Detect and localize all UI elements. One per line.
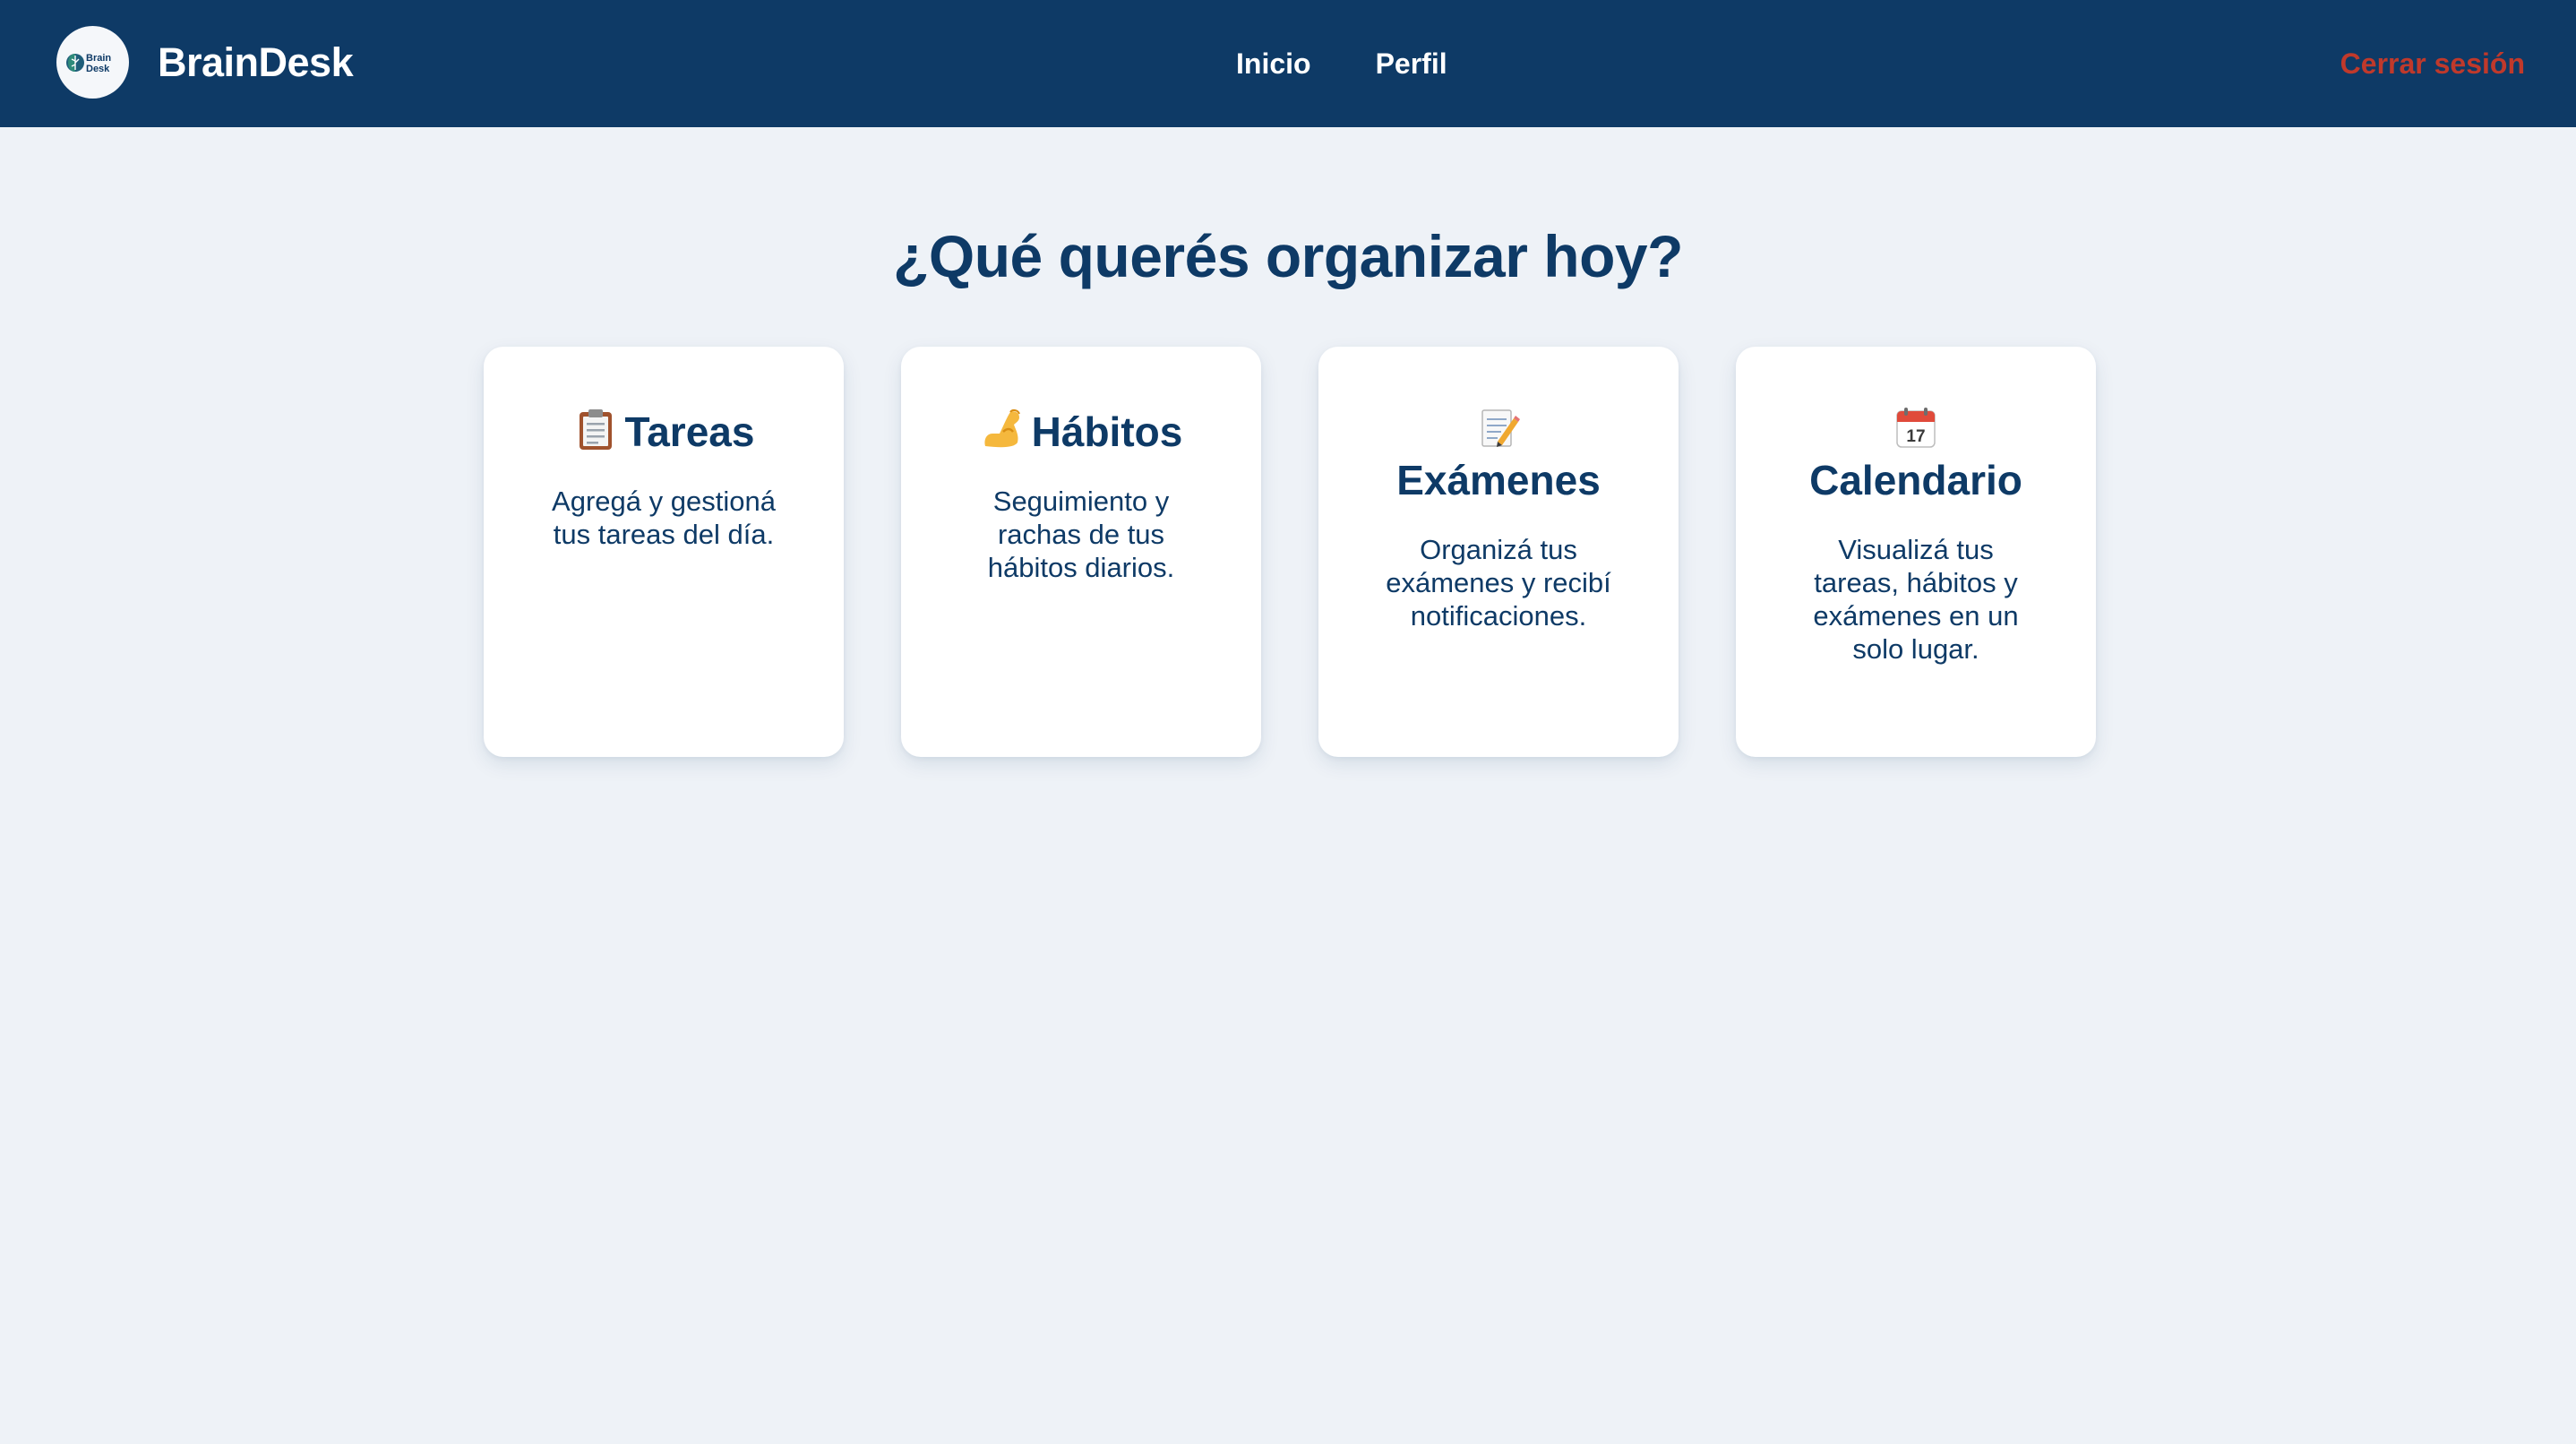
card-title-text: Hábitos bbox=[1031, 408, 1183, 455]
page-heading: ¿Qué querés organizar hoy? bbox=[893, 223, 1683, 289]
logo-text-desk: Desk bbox=[86, 64, 110, 74]
card-calendario[interactable]: 17 Calendario Visualizá tus tareas, hábi… bbox=[1736, 347, 2096, 757]
card-title-examenes: Exámenes bbox=[1363, 406, 1634, 506]
card-description: Agregá y gestioná tus tareas del día. bbox=[552, 486, 776, 550]
nav-link-inicio[interactable]: Inicio bbox=[1236, 41, 1311, 86]
card-habitos[interactable]: Hábitos Seguimiento y rachas de tus hábi… bbox=[901, 347, 1261, 757]
card-examenes[interactable]: Exámenes Organizá tus exámenes y recibí … bbox=[1318, 347, 1679, 757]
logout-button[interactable]: Cerrar sesión bbox=[2340, 41, 2525, 86]
clipboard-icon bbox=[579, 409, 612, 450]
calendar-day-number: 17 bbox=[1906, 427, 1925, 446]
card-title-text: Exámenes bbox=[1396, 457, 1601, 503]
calendar-icon: 17 bbox=[1896, 408, 1936, 448]
card-title-habitos: Hábitos bbox=[946, 406, 1216, 458]
card-description: Organizá tus exámenes y recibí notificac… bbox=[1386, 534, 1611, 632]
card-tareas[interactable]: Tareas Agregá y gestioná tus tareas del … bbox=[484, 347, 844, 757]
nav-link-perfil[interactable]: Perfil bbox=[1376, 41, 1447, 86]
card-description: Visualizá tus tareas, hábitos y exámenes… bbox=[1813, 534, 2019, 665]
brand-name[interactable]: BrainDesk bbox=[158, 38, 354, 88]
feature-cards: Tareas Agregá y gestioná tus tareas del … bbox=[484, 347, 2096, 757]
card-title-text: Tareas bbox=[624, 408, 755, 455]
main-nav: Inicio Perfil bbox=[1236, 41, 1447, 86]
flexed-biceps-icon bbox=[984, 408, 1020, 448]
card-description: Seguimiento y rachas de tus hábitos diar… bbox=[987, 486, 1175, 583]
memo-icon bbox=[1481, 409, 1520, 447]
top-navbar: Brain Desk BrainDesk Inicio Perfil Cerra… bbox=[0, 0, 2576, 127]
card-title-text: Calendario bbox=[1809, 457, 2022, 503]
brain-logo-icon: Brain Desk bbox=[65, 53, 111, 74]
braindesk-logo[interactable]: Brain Desk bbox=[56, 26, 129, 99]
card-title-calendario: 17 Calendario bbox=[1781, 406, 2051, 506]
logo-text-brain: Brain bbox=[86, 53, 111, 64]
card-title-tareas: Tareas bbox=[528, 406, 799, 458]
